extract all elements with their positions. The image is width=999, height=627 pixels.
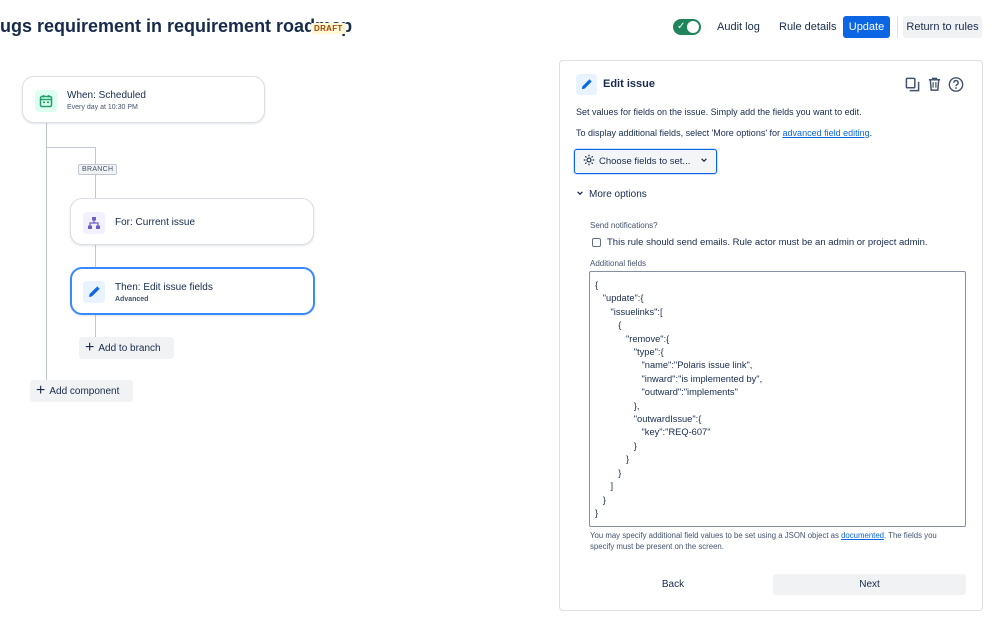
branch-node[interactable]: For: Current issue [70, 198, 314, 245]
desc-text: To display additional fields, select 'Mo… [576, 128, 783, 138]
json-line: ] [595, 481, 614, 492]
action-node-title: Then: Edit issue fields [115, 282, 213, 293]
toggle-knob [687, 21, 699, 33]
plus-icon: + [85, 339, 95, 356]
send-notifications-checkbox[interactable] [592, 238, 601, 247]
add-to-branch-button[interactable]: + Add to branch [79, 337, 174, 359]
panel-title: Edit issue [603, 78, 655, 90]
help-line-2: specify must be present on the screen. [590, 542, 724, 551]
trigger-subtitle: Every day at 10:30 PM [67, 104, 138, 111]
add-component-button[interactable]: + Add component [30, 380, 133, 402]
chevron-down-icon [576, 189, 584, 200]
desc-suffix: . [869, 128, 873, 138]
branch-connector [95, 315, 96, 337]
trigger-node[interactable]: When: Scheduled Every day at 10:30 PM [22, 76, 265, 123]
edit-issue-panel: Edit issue Set values for fields on the … [559, 60, 983, 611]
trigger-title: When: Scheduled [67, 90, 146, 101]
json-line: }, [595, 400, 640, 411]
branch-node-title: For: Current issue [115, 217, 196, 228]
status-badge: DRAFT [311, 23, 346, 34]
gear-icon [583, 154, 595, 169]
audit-log-button[interactable]: Audit log [717, 16, 760, 38]
json-line: "issuelinks":[ [595, 306, 663, 317]
send-notifications-label: Send notifications? [590, 221, 658, 230]
add-to-branch-label: Add to branch [98, 342, 161, 354]
flow-connector [46, 123, 47, 391]
json-line: "remove":{ [595, 333, 670, 344]
branch-label: BRANCH [78, 164, 118, 175]
documented-link[interactable]: documented [841, 531, 884, 540]
json-line: "name":"Polaris issue link", [595, 360, 753, 371]
json-line: "inward":"is implemented by", [595, 373, 763, 384]
json-line: } [595, 440, 637, 451]
action-node[interactable]: Then: Edit issue fields Advanced [70, 267, 315, 315]
branch-connector [46, 147, 96, 148]
help-line-1: You may specify additional field values … [590, 530, 962, 541]
help-icon[interactable] [948, 75, 964, 93]
pencil-icon [83, 281, 105, 303]
page-title: ugs requirement in requirement roadmap [0, 16, 353, 36]
json-line: } [595, 454, 630, 465]
additional-fields-textarea[interactable]: { "update":{ "issuelinks":[ { "remove":{… [589, 271, 966, 527]
json-line: { [595, 320, 622, 331]
update-button[interactable]: Update [843, 16, 890, 38]
json-line: } [595, 467, 622, 478]
json-line: "outward":"implements" [595, 387, 738, 398]
additional-fields-label: Additional fields [590, 259, 647, 268]
copy-icon[interactable] [904, 75, 920, 93]
pencil-icon [576, 74, 597, 95]
panel-description: Set values for fields on the issue. Simp… [576, 107, 862, 117]
json-line: "key":"REQ-607" [595, 427, 711, 438]
send-notifications-row[interactable]: This rule should send emails. Rule actor… [592, 237, 928, 248]
back-button[interactable]: Back [608, 574, 738, 595]
trash-icon[interactable] [926, 75, 942, 93]
help-text: You may specify additional field values … [590, 530, 962, 552]
return-to-rules-button[interactable]: Return to rules [903, 16, 982, 38]
json-line: } [595, 507, 599, 518]
json-line: "outwardIssue":{ [595, 414, 702, 425]
advanced-field-editing-link[interactable]: advanced field editing [783, 128, 870, 138]
rule-enabled-toggle[interactable]: ✓ [673, 19, 701, 35]
calendar-icon [35, 90, 57, 112]
more-options-label: More options [589, 189, 647, 200]
chevron-down-icon [700, 156, 708, 167]
choose-fields-dropdown[interactable]: Choose fields to set... [574, 149, 717, 174]
help-suffix: . The fields you [884, 531, 937, 540]
header-bar: ugs requirement in requirement roadmap D… [0, 0, 999, 56]
more-options-toggle[interactable]: More options [576, 189, 647, 200]
header-divider [897, 16, 898, 38]
help-prefix: You may specify additional field values … [590, 531, 842, 540]
send-notifications-text: This rule should send emails. Rule actor… [607, 237, 928, 248]
hierarchy-icon [83, 212, 105, 234]
json-line: "type":{ [595, 347, 664, 358]
json-line: } [595, 494, 606, 505]
panel-toolbar [904, 75, 964, 93]
add-component-label: Add component [49, 385, 120, 397]
branch-connector [95, 245, 96, 267]
check-icon: ✓ [677, 21, 686, 32]
next-button[interactable]: Next [773, 574, 966, 595]
plus-icon: + [36, 382, 46, 399]
panel-description-2: To display additional fields, select 'Mo… [576, 128, 872, 138]
json-line: { [595, 280, 599, 290]
choose-fields-label: Choose fields to set... [599, 156, 691, 167]
rule-details-button[interactable]: Rule details [779, 16, 836, 38]
json-line: "update":{ [595, 293, 644, 304]
action-node-subtitle: Advanced [115, 296, 149, 303]
